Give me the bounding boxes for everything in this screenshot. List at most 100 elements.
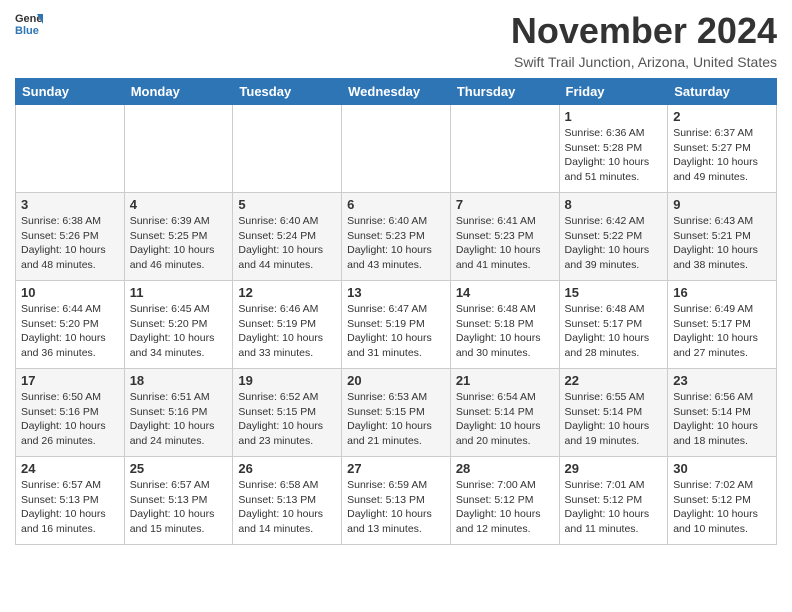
day-info: Sunrise: 6:42 AM Sunset: 5:22 PM Dayligh… [565,214,663,273]
calendar-cell: 5 Sunrise: 6:40 AM Sunset: 5:24 PM Daylig… [233,193,342,281]
calendar-cell: 14Sunrise: 6:48 AM Sunset: 5:18 PM Dayli… [450,281,559,369]
col-saturday: Saturday [668,79,777,105]
calendar-header-row: Sunday Monday Tuesday Wednesday Thursday… [16,79,777,105]
page: General Blue November 2024 Swift Trail J… [0,0,792,555]
day-number: 6 [347,197,445,212]
calendar-cell: 27Sunrise: 6:59 AM Sunset: 5:13 PM Dayli… [342,457,451,545]
day-info: Sunrise: 6:49 AM Sunset: 5:17 PM Dayligh… [673,302,771,361]
day-number: 4 [130,197,228,212]
day-number: 30 [673,461,771,476]
day-info: Sunrise: 6:46 AM Sunset: 5:19 PM Dayligh… [238,302,336,361]
day-info: Sunrise: 6:41 AM Sunset: 5:23 PM Dayligh… [456,214,554,273]
calendar-cell: 9 Sunrise: 6:43 AM Sunset: 5:21 PM Daylig… [668,193,777,281]
calendar-cell: 28Sunrise: 7:00 AM Sunset: 5:12 PM Dayli… [450,457,559,545]
calendar-cell: 3 Sunrise: 6:38 AM Sunset: 5:26 PM Daylig… [16,193,125,281]
day-info: Sunrise: 6:36 AM Sunset: 5:28 PM Dayligh… [565,126,663,185]
calendar-cell: 10Sunrise: 6:44 AM Sunset: 5:20 PM Dayli… [16,281,125,369]
day-number: 20 [347,373,445,388]
calendar-cell: 26 Sunrise: 6:58 AM Sunset: 5:13 PM Dayli… [233,457,342,545]
col-tuesday: Tuesday [233,79,342,105]
col-monday: Monday [124,79,233,105]
calendar-cell: 6Sunrise: 6:40 AM Sunset: 5:23 PM Daylig… [342,193,451,281]
day-info: Sunrise: 6:51 AM Sunset: 5:16 PM Dayligh… [130,390,228,449]
day-info: Sunrise: 6:48 AM Sunset: 5:17 PM Dayligh… [565,302,663,361]
logo: General Blue [15,10,43,38]
day-number: 24 [21,461,119,476]
calendar-cell: 13 Sunrise: 6:47 AM Sunset: 5:19 PM Dayli… [342,281,451,369]
day-number: 23 [673,373,771,388]
day-info: Sunrise: 6:50 AM Sunset: 5:16 PM Dayligh… [21,390,119,449]
day-number: 26 [238,461,336,476]
day-info: Sunrise: 6:37 AM Sunset: 5:27 PM Dayligh… [673,126,771,185]
day-info: Sunrise: 6:40 AM Sunset: 5:24 PM Dayligh… [238,214,336,273]
day-number: 5 [238,197,336,212]
week-row-4: 24 Sunrise: 6:57 AM Sunset: 5:13 PM Dayli… [16,457,777,545]
day-number: 15 [565,285,663,300]
calendar-cell: 11 Sunrise: 6:45 AM Sunset: 5:20 PM Dayli… [124,281,233,369]
col-friday: Friday [559,79,668,105]
day-info: Sunrise: 7:02 AM Sunset: 5:12 PM Dayligh… [673,478,771,537]
calendar-cell [450,105,559,193]
day-info: Sunrise: 6:55 AM Sunset: 5:14 PM Dayligh… [565,390,663,449]
day-number: 2 [673,109,771,124]
calendar-cell [233,105,342,193]
day-info: Sunrise: 7:01 AM Sunset: 5:12 PM Dayligh… [565,478,663,537]
col-thursday: Thursday [450,79,559,105]
day-info: Sunrise: 6:56 AM Sunset: 5:14 PM Dayligh… [673,390,771,449]
calendar-cell: 4 Sunrise: 6:39 AM Sunset: 5:25 PM Daylig… [124,193,233,281]
day-info: Sunrise: 6:57 AM Sunset: 5:13 PM Dayligh… [130,478,228,537]
day-number: 9 [673,197,771,212]
day-number: 22 [565,373,663,388]
calendar-cell: 17 Sunrise: 6:50 AM Sunset: 5:16 PM Dayli… [16,369,125,457]
day-info: Sunrise: 6:43 AM Sunset: 5:21 PM Dayligh… [673,214,771,273]
day-info: Sunrise: 6:39 AM Sunset: 5:25 PM Dayligh… [130,214,228,273]
location: Swift Trail Junction, Arizona, United St… [511,54,777,70]
day-number: 25 [130,461,228,476]
day-info: Sunrise: 6:52 AM Sunset: 5:15 PM Dayligh… [238,390,336,449]
calendar-cell [16,105,125,193]
day-info: Sunrise: 6:47 AM Sunset: 5:19 PM Dayligh… [347,302,445,361]
calendar-cell: 23 Sunrise: 6:56 AM Sunset: 5:14 PM Dayli… [668,369,777,457]
calendar-cell: 24 Sunrise: 6:57 AM Sunset: 5:13 PM Dayli… [16,457,125,545]
day-info: Sunrise: 6:58 AM Sunset: 5:13 PM Dayligh… [238,478,336,537]
day-number: 14 [456,285,554,300]
calendar-cell: 25 Sunrise: 6:57 AM Sunset: 5:13 PM Dayli… [124,457,233,545]
calendar-cell: 15 Sunrise: 6:48 AM Sunset: 5:17 PM Dayli… [559,281,668,369]
calendar-cell: 18Sunrise: 6:51 AM Sunset: 5:16 PM Dayli… [124,369,233,457]
svg-text:Blue: Blue [15,25,39,37]
calendar-cell: 1 Sunrise: 6:36 AM Sunset: 5:28 PM Daylig… [559,105,668,193]
day-number: 16 [673,285,771,300]
calendar-cell: 22 Sunrise: 6:55 AM Sunset: 5:14 PM Dayli… [559,369,668,457]
day-number: 29 [565,461,663,476]
day-number: 17 [21,373,119,388]
day-info: Sunrise: 6:57 AM Sunset: 5:13 PM Dayligh… [21,478,119,537]
calendar-cell: 8Sunrise: 6:42 AM Sunset: 5:22 PM Daylig… [559,193,668,281]
day-number: 27 [347,461,445,476]
calendar-cell: 16 Sunrise: 6:49 AM Sunset: 5:17 PM Dayli… [668,281,777,369]
calendar-cell: 20 Sunrise: 6:53 AM Sunset: 5:15 PM Dayli… [342,369,451,457]
col-wednesday: Wednesday [342,79,451,105]
calendar-cell: 30 Sunrise: 7:02 AM Sunset: 5:12 PM Dayli… [668,457,777,545]
calendar-cell: 7 Sunrise: 6:41 AM Sunset: 5:23 PM Daylig… [450,193,559,281]
day-info: Sunrise: 7:00 AM Sunset: 5:12 PM Dayligh… [456,478,554,537]
day-number: 19 [238,373,336,388]
header: General Blue November 2024 Swift Trail J… [15,10,777,70]
day-info: Sunrise: 6:54 AM Sunset: 5:14 PM Dayligh… [456,390,554,449]
day-number: 7 [456,197,554,212]
day-number: 10 [21,285,119,300]
calendar-cell: 21 Sunrise: 6:54 AM Sunset: 5:14 PM Dayli… [450,369,559,457]
day-info: Sunrise: 6:53 AM Sunset: 5:15 PM Dayligh… [347,390,445,449]
week-row-1: 3 Sunrise: 6:38 AM Sunset: 5:26 PM Daylig… [16,193,777,281]
day-number: 21 [456,373,554,388]
day-number: 3 [21,197,119,212]
calendar-cell: 12Sunrise: 6:46 AM Sunset: 5:19 PM Dayli… [233,281,342,369]
day-number: 11 [130,285,228,300]
day-number: 1 [565,109,663,124]
day-info: Sunrise: 6:45 AM Sunset: 5:20 PM Dayligh… [130,302,228,361]
day-number: 13 [347,285,445,300]
week-row-0: 1 Sunrise: 6:36 AM Sunset: 5:28 PM Daylig… [16,105,777,193]
title-area: November 2024 Swift Trail Junction, Ariz… [511,10,777,70]
logo-icon: General Blue [15,10,43,38]
calendar-cell [342,105,451,193]
day-info: Sunrise: 6:38 AM Sunset: 5:26 PM Dayligh… [21,214,119,273]
